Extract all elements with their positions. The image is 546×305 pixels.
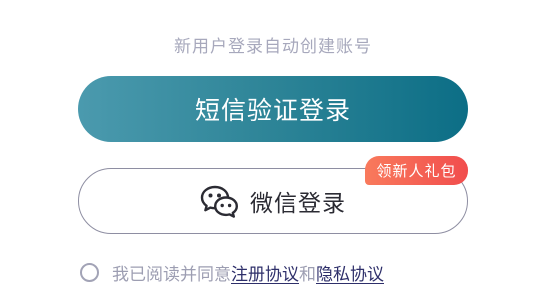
sms-login-label: 短信验证登录 — [194, 96, 351, 125]
agreement-row: 我已阅读并同意 注册协议 和 隐私协议 — [80, 259, 384, 285]
new-user-gift-badge: 领新人礼包 — [365, 156, 468, 185]
register-agreement-link[interactable]: 注册协议 — [231, 260, 299, 285]
wechat-icon — [200, 184, 240, 218]
sms-login-button[interactable]: 短信验证登录 — [78, 76, 468, 142]
agreement-and: 和 — [299, 264, 316, 285]
badge-label: 领新人礼包 — [376, 162, 457, 180]
login-hint: 新用户登录自动创建账号 — [174, 37, 372, 57]
privacy-agreement-link[interactable]: 隐私协议 — [316, 260, 384, 285]
agreement-checkbox[interactable] — [80, 262, 99, 282]
wechat-login-label: 微信登录 — [250, 191, 346, 217]
agreement-prefix: 我已阅读并同意 — [112, 264, 231, 285]
